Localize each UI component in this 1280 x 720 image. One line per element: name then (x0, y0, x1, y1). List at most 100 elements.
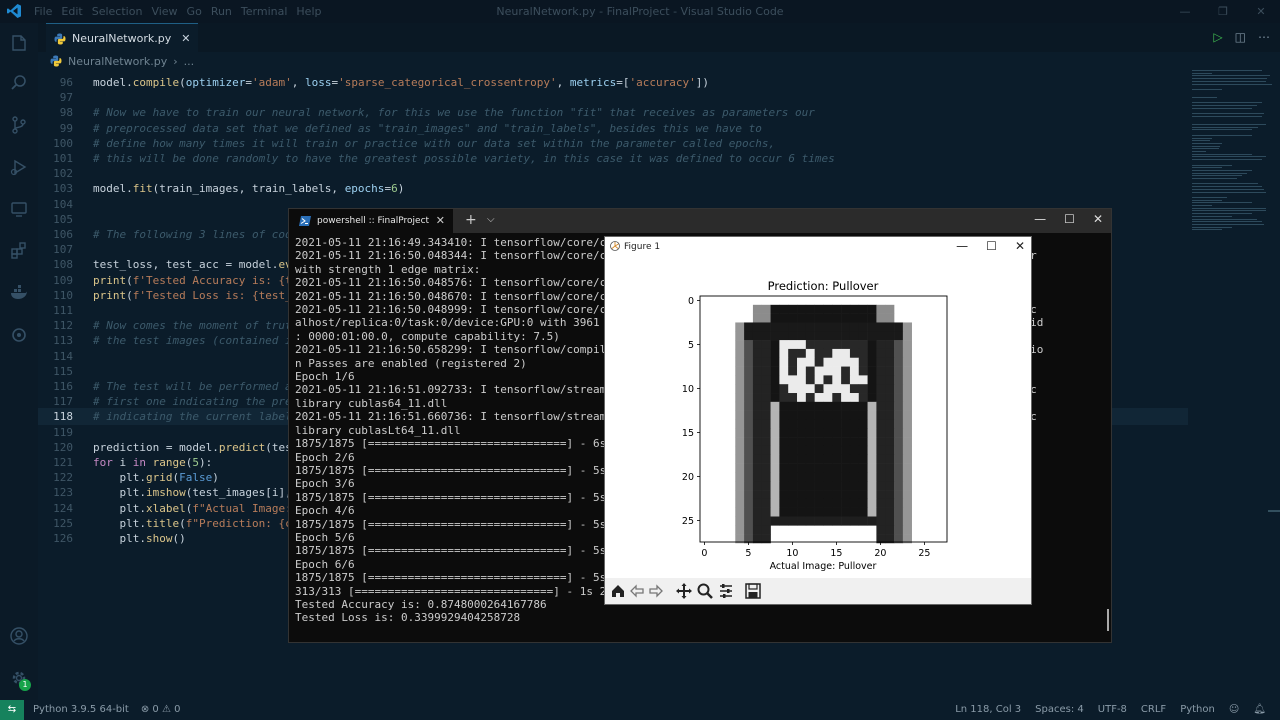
image-pixel (841, 481, 851, 491)
image-pixel (752, 428, 763, 438)
save-icon[interactable] (744, 582, 762, 600)
terminal-close-button[interactable]: ✕ (1093, 212, 1103, 226)
image-pixel (752, 498, 763, 508)
terminal-tab[interactable]: powershell :: FinalProject ✕ (289, 209, 453, 233)
terminal-minimize-button[interactable]: — (1034, 212, 1046, 226)
encoding[interactable]: UTF-8 (1098, 700, 1127, 720)
minimap-line (1192, 153, 1252, 155)
image-pixel (735, 481, 745, 491)
minimap[interactable] (1192, 70, 1272, 240)
image-pixel (788, 304, 798, 314)
figure-maximize-button[interactable]: ☐ (986, 239, 997, 253)
pan-icon[interactable] (675, 582, 693, 600)
cursor-position[interactable]: Ln 118, Col 3 (955, 700, 1021, 720)
image-pixel (814, 463, 824, 473)
terminal-scrollbar[interactable] (1107, 609, 1109, 631)
menu-help[interactable]: Help (296, 0, 330, 23)
breadcrumb-symbol[interactable]: ... (184, 55, 195, 68)
menu-file[interactable]: File (34, 0, 61, 23)
split-editor-icon[interactable]: ◫ (1235, 30, 1246, 44)
image-pixel (858, 375, 868, 385)
close-terminal-tab-icon[interactable]: ✕ (436, 214, 445, 227)
extensions-icon[interactable] (9, 241, 29, 261)
tab-dropdown-button[interactable]: ⌵ (487, 214, 495, 225)
image-pixel (832, 490, 842, 500)
source-control-icon[interactable] (9, 115, 29, 135)
configure-icon[interactable] (717, 582, 735, 600)
image-pixel (805, 428, 815, 438)
image-pixel (761, 357, 771, 367)
image-pixel (735, 472, 745, 482)
image-pixel (876, 348, 886, 359)
new-tab-button[interactable]: + (465, 212, 477, 228)
back-icon[interactable] (628, 582, 646, 600)
image-pixel (885, 393, 895, 403)
minimap-line (1192, 226, 1232, 228)
home-icon[interactable] (609, 582, 627, 600)
settings-sync-icon[interactable] (9, 325, 29, 345)
remote-explorer-icon[interactable] (9, 199, 29, 219)
image-pixel (761, 340, 771, 350)
image-pixel (858, 437, 868, 447)
indentation[interactable]: Spaces: 4 (1035, 700, 1084, 720)
image-pixel (867, 428, 877, 438)
run-file-icon[interactable]: ▷ (1213, 30, 1222, 44)
editor-scrollbar[interactable] (1268, 52, 1280, 700)
menu-run[interactable]: Run (211, 0, 241, 23)
image-pixel (894, 428, 904, 438)
image-pixel (894, 481, 904, 491)
menu-go[interactable]: Go (187, 0, 211, 23)
account-icon[interactable] (9, 626, 29, 646)
image-pixel (894, 401, 904, 411)
menu-selection[interactable]: Selection (92, 0, 152, 23)
figure-close-button[interactable]: ✕ (1015, 239, 1025, 253)
explorer-icon[interactable] (9, 33, 29, 53)
breadcrumb-separator: › (173, 54, 178, 68)
image-pixel (797, 490, 807, 500)
image-pixel (797, 419, 807, 429)
notifications-bell-icon[interactable]: 🔔︎ (1253, 700, 1266, 720)
image-pixel (744, 472, 754, 482)
menu-view[interactable]: View (151, 0, 186, 23)
image-pixel (867, 419, 877, 429)
search-icon[interactable] (9, 73, 29, 93)
image-pixel (858, 366, 868, 376)
python-interpreter[interactable]: Python 3.9.5 64-bit (33, 700, 129, 720)
feedback-icon[interactable]: ☺ (1229, 700, 1239, 720)
close-tab-icon[interactable]: ✕ (181, 32, 190, 45)
forward-icon[interactable] (647, 582, 665, 600)
image-pixel (770, 516, 780, 526)
figure-minimize-button[interactable]: — (956, 239, 968, 253)
menu-terminal[interactable]: Terminal (241, 0, 297, 23)
docker-icon[interactable] (9, 283, 29, 303)
minimize-button[interactable]: — (1166, 0, 1204, 23)
terminal-tab-bar: powershell :: FinalProject ✕ + ⌵ — ☐ ✕ (289, 209, 1111, 233)
image-pixel (788, 366, 798, 376)
line-ending[interactable]: CRLF (1141, 700, 1166, 720)
menu-edit[interactable]: Edit (61, 0, 91, 23)
problems-count[interactable]: ⊗ 0 ⚠ 0 (141, 700, 181, 720)
image-pixel (788, 428, 798, 438)
image-pixel (823, 410, 833, 420)
figure-window-title: Figure 1 (624, 242, 661, 252)
remote-indicator[interactable]: ⇆ (0, 700, 24, 720)
image-pixel (797, 428, 807, 438)
close-window-button[interactable]: ✕ (1242, 0, 1280, 23)
image-pixel (744, 384, 754, 394)
image-pixel (876, 472, 886, 482)
minimap-line (1192, 156, 1266, 158)
image-pixel (779, 357, 789, 367)
restore-button[interactable]: ❐ (1204, 0, 1242, 23)
image-pixel (902, 348, 912, 359)
image-pixel (814, 331, 824, 341)
language-mode[interactable]: Python (1180, 700, 1215, 720)
zoom-icon[interactable] (696, 582, 714, 600)
run-debug-icon[interactable] (9, 157, 29, 177)
terminal-maximize-button[interactable]: ☐ (1064, 212, 1075, 226)
image-pixel (876, 445, 886, 456)
tab-neuralnetwork-py[interactable]: NeuralNetwork.py ✕ (46, 23, 199, 53)
breadcrumb-file[interactable]: NeuralNetwork.py (68, 55, 167, 68)
image-pixel (902, 454, 912, 464)
image-pixel (788, 507, 798, 517)
more-actions-icon[interactable]: ⋯ (1258, 30, 1270, 44)
